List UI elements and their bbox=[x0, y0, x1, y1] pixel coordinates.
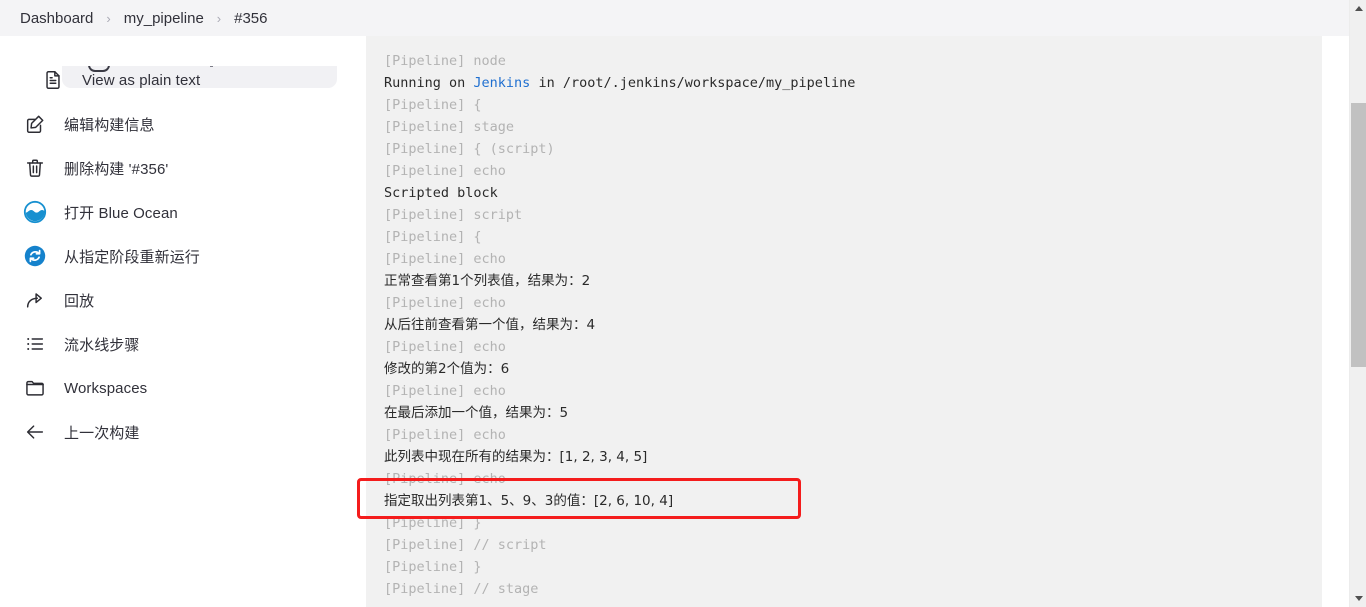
sidebar-item-3[interactable]: 打开 Blue Ocean bbox=[0, 190, 366, 234]
jenkins-node-link[interactable]: Jenkins bbox=[473, 75, 530, 91]
console-meta-line: [Pipeline] { bbox=[384, 229, 482, 245]
sidebar-item-label: Workspaces bbox=[64, 379, 148, 397]
sidebar-item-4[interactable]: 从指定阶段重新运行 bbox=[0, 234, 366, 278]
scrollbar-thumb[interactable] bbox=[1351, 103, 1366, 367]
sidebar-item-label: 流水线步骤 bbox=[64, 336, 140, 354]
console-meta-line: [Pipeline] script bbox=[384, 207, 523, 223]
console-meta-line: [Pipeline] echo bbox=[384, 427, 506, 443]
share-arrow-icon bbox=[22, 287, 48, 313]
console-meta-line: [Pipeline] echo bbox=[384, 471, 506, 487]
sidebar-item-label: 删除构建 '#356' bbox=[64, 160, 169, 178]
console-meta-line: [Pipeline] // stage bbox=[384, 581, 539, 597]
page-scrollbar[interactable] bbox=[1349, 0, 1366, 607]
sidebar-item-0[interactable]: View as plain text bbox=[0, 58, 366, 102]
console-output-line: 从后往前查看第一个值，结果为：4 bbox=[384, 317, 596, 333]
log-text-prefix: Running on bbox=[384, 75, 474, 91]
sidebar-item-label: 从指定阶段重新运行 bbox=[64, 248, 200, 266]
breadcrumb: Dashboard › my_pipeline › #356 bbox=[18, 0, 270, 36]
console-meta-line: [Pipeline] echo bbox=[384, 251, 506, 267]
edit-square-icon bbox=[22, 111, 48, 137]
console-meta-line: [Pipeline] echo bbox=[384, 163, 506, 179]
console-meta-line: [Pipeline] echo bbox=[384, 295, 506, 311]
breadcrumb-item-0[interactable]: Dashboard bbox=[18, 10, 95, 27]
console-meta-line: [Pipeline] // script bbox=[384, 537, 547, 553]
sidebar-item-label: 打开 Blue Ocean bbox=[64, 204, 178, 222]
document-text-icon bbox=[40, 67, 66, 93]
breadcrumb-separator-icon: › bbox=[216, 10, 222, 26]
console-meta-line: [Pipeline] echo bbox=[384, 383, 506, 399]
console-meta-line: [Pipeline] } bbox=[384, 559, 482, 575]
sidebar-item-6[interactable]: 流水线步骤 bbox=[0, 322, 366, 366]
console-output-line: 正常查看第1个列表值，结果为：2 bbox=[384, 273, 591, 289]
console-output-line: 在最后添加一个值，结果为：5 bbox=[384, 405, 569, 421]
console-meta-line: [Pipeline] node bbox=[384, 53, 506, 69]
console-output-line: 指定取出列表第1、5、9、3的值：[2, 6, 10, 4] bbox=[384, 493, 674, 509]
sidebar-item-1[interactable]: 编辑构建信息 bbox=[0, 102, 366, 146]
sidebar-item-label: 编辑构建信息 bbox=[64, 116, 155, 134]
list-steps-icon bbox=[22, 331, 48, 357]
console-meta-line: [Pipeline] { bbox=[384, 97, 482, 113]
breadcrumb-separator-icon: › bbox=[106, 10, 111, 26]
console-output-line: Scripted block bbox=[384, 185, 498, 201]
sidebar-item-5[interactable]: 回放 bbox=[0, 278, 366, 322]
console-output-line: Running on Jenkins in /root/.jenkins/wor… bbox=[384, 72, 1322, 94]
log-text-suffix: in /root/.jenkins/workspace/my_pipeline bbox=[530, 75, 856, 91]
sidebar-item-7[interactable]: Workspaces bbox=[0, 366, 366, 410]
console-meta-line: [Pipeline] echo bbox=[384, 339, 506, 355]
sidebar-menu: View as plain text 编辑构建信息 删除构建 '#356' 打开 Bl… bbox=[0, 58, 366, 454]
console-left-gutter bbox=[366, 36, 384, 607]
console-meta-line: [Pipeline] stage bbox=[384, 119, 515, 135]
console-output-line: 此列表中现在所有的结果为：[1, 2, 3, 4, 5] bbox=[384, 449, 648, 465]
console-log[interactable]: [Pipeline] node Running on Jenkins in /ro… bbox=[384, 36, 1322, 607]
scrollbar-up-arrow-icon[interactable] bbox=[1350, 0, 1366, 17]
arrow-left-icon bbox=[22, 419, 48, 445]
sidebar-item-label: 上一次构建 bbox=[64, 424, 140, 442]
blue-ocean-icon bbox=[22, 199, 48, 225]
app-root: Dashboard › my_pipeline › #356 View as plain… bbox=[0, 0, 1366, 607]
scrollbar-down-arrow-icon[interactable] bbox=[1350, 590, 1366, 607]
breadcrumb-item-2: #356 bbox=[234, 9, 268, 27]
top-header-bar: Dashboard › my_pipeline › #356 bbox=[0, 0, 1349, 36]
sidebar-item-label: 回放 bbox=[64, 292, 95, 310]
replay-stage-icon bbox=[22, 243, 48, 269]
sidebar-item-8[interactable]: 上一次构建 bbox=[0, 410, 366, 454]
right-white-gutter bbox=[1322, 36, 1349, 607]
console-output-panel: [Pipeline] node Running on Jenkins in /ro… bbox=[366, 36, 1322, 607]
console-meta-line: [Pipeline] } bbox=[384, 515, 482, 531]
console-output-line: 修改的第2个值为：6 bbox=[384, 361, 510, 377]
breadcrumb-item-1[interactable]: my_pipeline bbox=[122, 10, 206, 27]
sidebar-item-2[interactable]: 删除构建 '#356' bbox=[0, 146, 366, 190]
sidebar-item-label: View as plain text bbox=[82, 71, 201, 89]
trash-icon bbox=[22, 155, 48, 181]
folder-icon bbox=[22, 375, 48, 401]
console-meta-line: [Pipeline] { (script) bbox=[384, 141, 555, 157]
